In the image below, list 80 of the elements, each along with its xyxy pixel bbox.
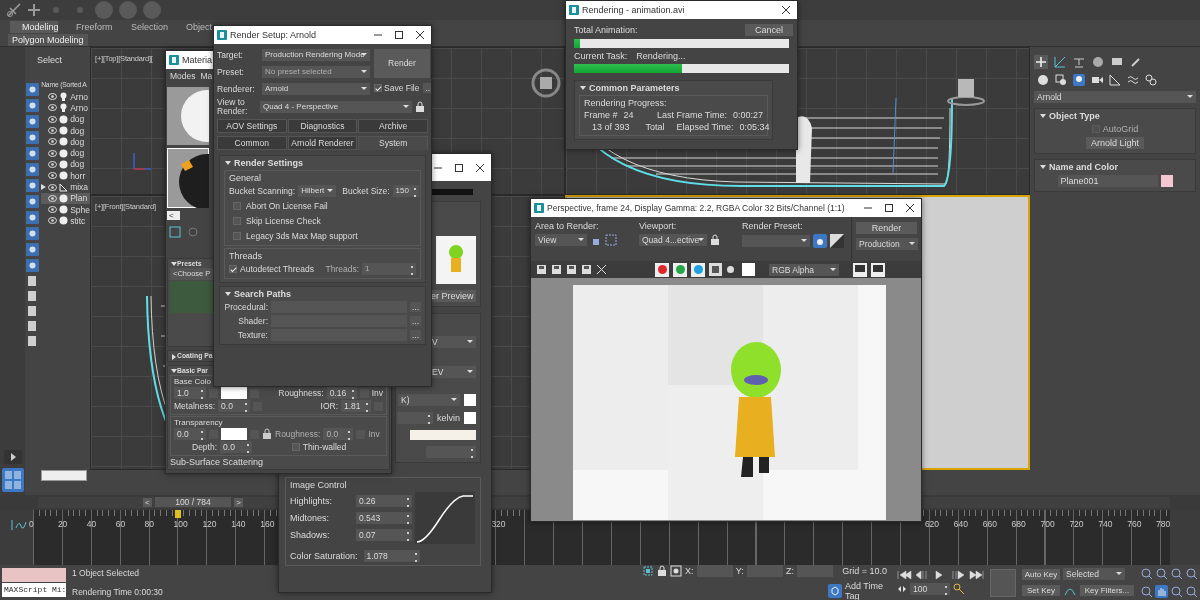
label: Y: bbox=[735, 565, 744, 576]
frame-number: 80 bbox=[144, 519, 155, 529]
label: 0:00:27 bbox=[732, 110, 763, 120]
label: Legacy 3ds Max Map support bbox=[246, 230, 358, 241]
group-title: General bbox=[229, 173, 263, 183]
group-title: Transparency bbox=[174, 418, 224, 427]
label: Threads: bbox=[325, 264, 359, 274]
status-text: 1 Object Selected bbox=[72, 568, 141, 578]
frame-number: 760 bbox=[1127, 519, 1142, 529]
frame-number: 640 bbox=[953, 519, 968, 529]
frame-number: 740 bbox=[1098, 519, 1113, 529]
label: Current Task: bbox=[574, 51, 628, 61]
frame-number: 0 bbox=[29, 519, 34, 529]
group-title: Image Control bbox=[290, 480, 348, 490]
frame-number: 680 bbox=[1011, 519, 1026, 529]
label: Inv bbox=[368, 429, 380, 439]
label: 24 bbox=[623, 110, 634, 120]
label: Total Animation: bbox=[574, 25, 638, 35]
group-title: Threads bbox=[229, 251, 264, 261]
frame-number: 60 bbox=[115, 519, 126, 529]
label: Procedural: bbox=[224, 302, 268, 312]
frame-number: 620 bbox=[924, 519, 940, 529]
label: Area to Render: bbox=[535, 221, 600, 231]
frame-number: 40 bbox=[86, 519, 97, 529]
label: Bucket Scanning: bbox=[229, 186, 296, 196]
window-title: Rendering - animation.avi bbox=[582, 5, 685, 15]
frame-number: 120 bbox=[202, 519, 217, 529]
label: Renderer: bbox=[217, 84, 256, 94]
label: Render Preset: bbox=[742, 221, 804, 231]
frame-number: 20 bbox=[57, 519, 68, 529]
frame-number: 320 bbox=[491, 519, 506, 529]
label: AutoGrid bbox=[1102, 124, 1139, 134]
label: Metalness: bbox=[174, 401, 216, 411]
frame-counter: 100 / 784 bbox=[154, 497, 232, 507]
label: IOR: bbox=[320, 401, 338, 411]
label: Autodetect Threads bbox=[240, 264, 315, 274]
group-title: Rendering Progress: bbox=[584, 98, 668, 108]
label: Z: bbox=[786, 565, 794, 576]
label: Thin-walled bbox=[302, 442, 347, 452]
label: Texture: bbox=[236, 330, 268, 340]
status-text: Rendering Time 0:00:30 bbox=[72, 587, 163, 597]
label: Shadows: bbox=[290, 530, 331, 540]
label: Target: bbox=[217, 50, 244, 60]
frame-number: 140 bbox=[231, 519, 246, 529]
frame-number: 780 bbox=[1156, 519, 1171, 529]
label: kelvin bbox=[437, 413, 460, 423]
label: Preset: bbox=[217, 67, 245, 77]
panel-title: Select bbox=[36, 54, 63, 67]
frame-number: 100 bbox=[173, 519, 188, 529]
grid-size: Grid = 10.0 bbox=[842, 565, 887, 576]
label: Frame # bbox=[584, 110, 618, 120]
label: Rendering... bbox=[636, 51, 686, 61]
frame-number: 720 bbox=[1069, 519, 1084, 529]
label: Total bbox=[645, 122, 665, 132]
label: Save File bbox=[384, 83, 420, 93]
label: Elapsed Time: bbox=[676, 122, 734, 132]
label: Inv bbox=[371, 388, 383, 398]
label: Color Saturation: bbox=[290, 551, 358, 561]
frame-number: 160 bbox=[260, 519, 275, 529]
group-title: Base Colo bbox=[174, 377, 212, 386]
label: Highlights: bbox=[290, 496, 334, 506]
window-title: Render Setup: Arnold bbox=[230, 30, 317, 40]
label: Bucket Size: bbox=[342, 186, 390, 196]
window-title: Perspective, frame 24, Display Gamma: 2.2, RGBA Color 32 Bits/Channel (1:1) bbox=[547, 203, 845, 213]
label: 13 of 393 bbox=[591, 122, 630, 132]
label: Roughness: bbox=[275, 429, 321, 439]
frame-number: 660 bbox=[982, 519, 997, 529]
label: Roughness: bbox=[278, 388, 324, 398]
label: Midtones: bbox=[290, 513, 331, 523]
label: Last Frame Time: bbox=[656, 110, 727, 120]
label: View to Render: bbox=[217, 98, 249, 116]
label: Abort On License Fail bbox=[246, 200, 328, 211]
label: Skip License Check bbox=[246, 215, 321, 226]
label: X: bbox=[685, 565, 694, 576]
label: Depth: bbox=[192, 442, 218, 452]
label: Viewport: bbox=[639, 221, 678, 231]
window-title: Materia bbox=[182, 55, 212, 65]
label: 0:05:34 bbox=[739, 122, 770, 132]
label: Shader: bbox=[237, 316, 268, 326]
frame-number: 700 bbox=[1040, 519, 1055, 529]
